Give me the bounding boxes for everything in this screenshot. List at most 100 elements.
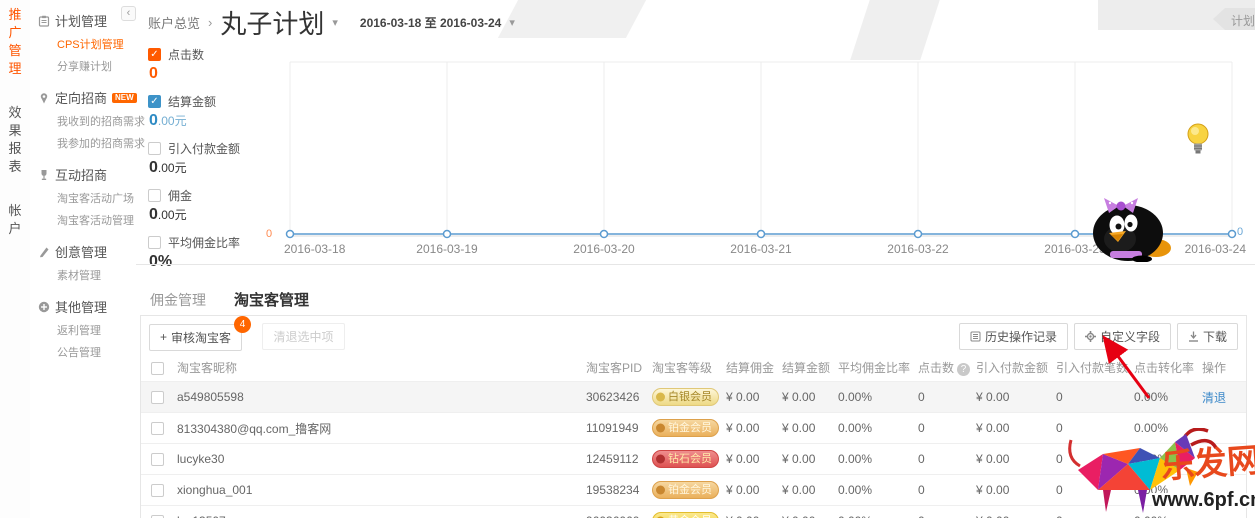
sidebar-group-title-targeted[interactable]: 定向招商 NEW bbox=[30, 85, 138, 110]
sidebar-group-other-management: 其他管理 返利管理 公告管理 bbox=[30, 294, 138, 363]
sidebar-item-joined-requests[interactable]: 我参加的招商需求 bbox=[30, 132, 138, 154]
sidebar-group-title-interactive[interactable]: 互动招商 bbox=[30, 162, 138, 187]
cell-pay-amount: ¥ 0.00 bbox=[974, 444, 1054, 475]
metric-checkbox-row[interactable]: 佣金 bbox=[148, 187, 273, 204]
row-checkbox[interactable] bbox=[151, 391, 164, 404]
title-caret-down-icon[interactable]: ▾ bbox=[332, 16, 338, 29]
tab-commission-management[interactable]: 佣金管理 bbox=[150, 290, 206, 310]
sidebar-item-rebate-management[interactable]: 返利管理 bbox=[30, 319, 138, 341]
sidebar-group-title-other[interactable]: 其他管理 bbox=[30, 294, 138, 319]
cell-pid: 30623426 bbox=[584, 382, 650, 413]
col-header-pay-amount[interactable]: 引入付款金额 bbox=[974, 354, 1054, 382]
audit-taoke-button[interactable]: + 审核淘宝客 4 bbox=[149, 324, 242, 351]
metric-value-big: 0 bbox=[149, 206, 158, 223]
table-row[interactable]: lxq13507 96036060 黄金会员 ¥ 0.00 ¥ 0.00 0.0… bbox=[141, 506, 1246, 518]
col-header-amount[interactable]: 结算金额 bbox=[780, 354, 836, 382]
plus-icon: + bbox=[160, 330, 167, 344]
plan-info-button[interactable]: 计划信息 bbox=[1213, 8, 1255, 30]
cell-name: a549805598 bbox=[175, 382, 584, 413]
metric-value: 0 bbox=[149, 65, 273, 83]
table-row[interactable]: xionghua_001 19538234 铂金会员 ¥ 0.00 ¥ 0.00… bbox=[141, 475, 1246, 506]
rail-item-promotion-management[interactable]: 推广管理 bbox=[8, 6, 23, 78]
question-mark-icon[interactable]: ? bbox=[957, 363, 970, 376]
col-header-commission[interactable]: 结算佣金 bbox=[724, 354, 780, 382]
x-axis-tick: 2016-03-18 bbox=[284, 242, 368, 256]
row-checkbox[interactable] bbox=[151, 484, 164, 497]
metric-checkbox-row[interactable]: 结算金额 bbox=[148, 93, 273, 110]
level-badge: 钻石会员 bbox=[652, 450, 719, 468]
sidebar-item-share-earn-plan[interactable]: 分享赚计划 bbox=[30, 55, 138, 77]
rail-item-effect-reports[interactable]: 效果报表 bbox=[8, 104, 23, 176]
download-button[interactable]: 下载 bbox=[1177, 323, 1238, 350]
left-rail: 推广管理 效果报表 帐户 bbox=[0, 0, 30, 518]
sidebar-item-received-requests[interactable]: 我收到的招商需求 bbox=[30, 110, 138, 132]
table-toolbar: + 审核淘宝客 4 清退选中项 历史操作记录 自定义字段 下载 bbox=[141, 316, 1246, 354]
gear-icon bbox=[1085, 331, 1096, 342]
cell-commission: ¥ 0.00 bbox=[724, 413, 780, 444]
cell-avg-rate: 0.00% bbox=[836, 444, 916, 475]
page-title[interactable]: 丸子计划 bbox=[220, 4, 324, 41]
checkbox-commission[interactable] bbox=[148, 189, 161, 202]
x-axis-tick: 2016-03-22 bbox=[876, 242, 960, 256]
cell-pay-count: 0 bbox=[1054, 382, 1132, 413]
sidebar-collapse-button[interactable]: ‹ bbox=[121, 6, 136, 21]
select-all-checkbox[interactable] bbox=[151, 362, 164, 375]
checkbox-pay-amount[interactable] bbox=[148, 142, 161, 155]
download-label: 下载 bbox=[1203, 328, 1227, 345]
sidebar-item-material-management[interactable]: 素材管理 bbox=[30, 264, 138, 286]
table-row[interactable]: lucyke30 12459112 钻石会员 ¥ 0.00 ¥ 0.00 0.0… bbox=[141, 444, 1246, 475]
metric-pay-amount: 引入付款金额 0.00元 bbox=[148, 140, 273, 177]
tab-taoke-management[interactable]: 淘宝客管理 bbox=[234, 289, 309, 310]
metric-checkbox-row[interactable]: 平均佣金比率 bbox=[148, 234, 273, 251]
toolbar-right-group: 历史操作记录 自定义字段 下载 bbox=[959, 323, 1238, 350]
clipboard-icon bbox=[38, 15, 50, 27]
sidebar: ‹ 计划管理 CPS计划管理 分享赚计划 定向招商 NEW 我收到的招商需求 我… bbox=[30, 0, 138, 371]
gray-ribbon-decoration bbox=[498, 0, 646, 38]
sidebar-item-taoke-activity-plaza[interactable]: 淘宝客活动广场 bbox=[30, 187, 138, 209]
checkbox-settle-amount[interactable] bbox=[148, 95, 161, 108]
date-caret-down-icon[interactable]: ▾ bbox=[509, 16, 515, 29]
col-header-action: 操作 bbox=[1200, 354, 1246, 382]
sidebar-item-taoke-activity-management[interactable]: 淘宝客活动管理 bbox=[30, 209, 138, 231]
cell-commission: ¥ 0.00 bbox=[724, 475, 780, 506]
table-row[interactable]: 813304380@qq.com_撸客网 11091949 铂金会员 ¥ 0.0… bbox=[141, 413, 1246, 444]
metric-checkbox-row[interactable]: 点击数 bbox=[148, 46, 273, 63]
table-row[interactable]: a549805598 30623426 白银会员 ¥ 0.00 ¥ 0.00 0… bbox=[141, 382, 1246, 413]
col-header-cvr[interactable]: 点击转化率 bbox=[1132, 354, 1200, 382]
row-checkbox[interactable] bbox=[151, 453, 164, 466]
x-axis-tick: 2016-03-21 bbox=[719, 242, 803, 256]
checkbox-clicks[interactable] bbox=[148, 48, 161, 61]
sidebar-item-announcement-management[interactable]: 公告管理 bbox=[30, 341, 138, 363]
metric-value-small: .00元 bbox=[158, 208, 187, 222]
col-header-clicks[interactable]: 点击数? bbox=[916, 354, 974, 382]
col-header-name[interactable]: 淘宝客昵称 bbox=[175, 354, 584, 382]
cell-pid: 11091949 bbox=[584, 413, 650, 444]
metric-label: 点击数 bbox=[168, 46, 204, 63]
breadcrumb[interactable]: 账户总览 bbox=[148, 13, 200, 32]
sidebar-group-creative-management: 创意管理 素材管理 bbox=[30, 239, 138, 286]
cell-name: lucyke30 bbox=[175, 444, 584, 475]
date-range-selector[interactable]: 2016-03-18 至 2016-03-24 bbox=[360, 14, 501, 31]
checkbox-avg-rate[interactable] bbox=[148, 236, 161, 249]
custom-fields-button[interactable]: 自定义字段 bbox=[1074, 323, 1171, 350]
col-header-level[interactable]: 淘宝客等级 bbox=[650, 354, 724, 382]
metric-checkbox-row[interactable]: 引入付款金额 bbox=[148, 140, 273, 157]
expel-link[interactable]: 清退 bbox=[1202, 391, 1226, 405]
metric-label: 平均佣金比率 bbox=[168, 234, 240, 251]
level-badge: 铂金会员 bbox=[652, 481, 719, 499]
metric-value-big: 0 bbox=[149, 65, 158, 82]
row-checkbox[interactable] bbox=[151, 422, 164, 435]
plus-circle-icon bbox=[38, 301, 50, 313]
rail-item-account[interactable]: 帐户 bbox=[8, 202, 23, 238]
sidebar-item-cps-plan[interactable]: CPS计划管理 bbox=[30, 33, 138, 55]
clear-selected-button[interactable]: 清退选中项 bbox=[262, 323, 344, 350]
col-header-pay-count[interactable]: 引入付款笔数 bbox=[1054, 354, 1132, 382]
col-header-pid[interactable]: 淘宝客PID bbox=[584, 354, 650, 382]
app-window: 推广管理 效果报表 帐户 ‹ 计划管理 CPS计划管理 分享赚计划 定向招商 N… bbox=[0, 0, 1255, 518]
sidebar-group-label: 互动招商 bbox=[55, 165, 107, 184]
cell-pid: 19538234 bbox=[584, 475, 650, 506]
col-header-avg-rate[interactable]: 平均佣金比率 bbox=[836, 354, 916, 382]
history-log-button[interactable]: 历史操作记录 bbox=[959, 323, 1068, 350]
sidebar-group-title-creative[interactable]: 创意管理 bbox=[30, 239, 138, 264]
audit-count-badge: 4 bbox=[234, 316, 251, 333]
